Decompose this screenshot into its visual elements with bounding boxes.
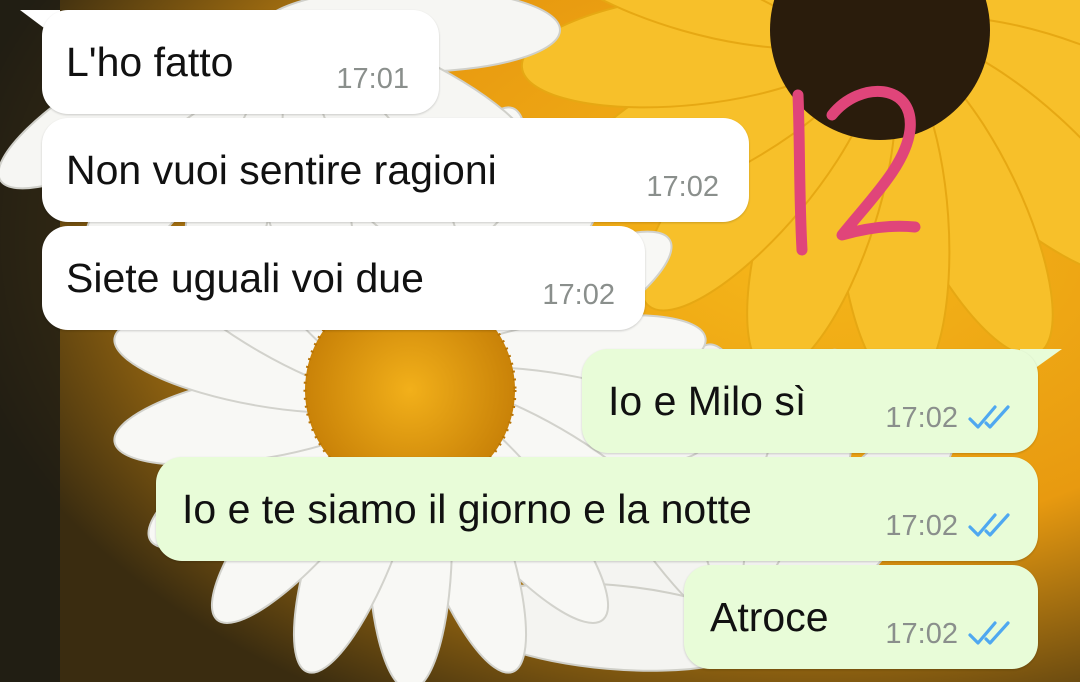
chat-view: L'ho fatto 17:01 Non vuoi sentire ragion… [0, 0, 1080, 682]
message-time: 17:02 [885, 402, 958, 434]
double-check-icon [968, 621, 1010, 645]
message-text: Atroce [710, 594, 829, 640]
message-text: Non vuoi sentire ragioni [66, 147, 497, 193]
message-text: Io e te siamo il giorno e la notte [182, 486, 752, 532]
message-bubble[interactable]: Io e te siamo il giorno e la notte 17:02 [156, 457, 1038, 561]
message-text: L'ho fatto [66, 39, 234, 85]
message-text: Io e Milo sì [608, 378, 807, 424]
message-bubble[interactable]: L'ho fatto 17:01 [42, 10, 439, 114]
message-time: 17:02 [885, 618, 958, 650]
handwritten-number-annotation: 12 [792, 85, 921, 256]
message-time: 17:02 [885, 510, 958, 542]
message-text: Siete uguali voi due [66, 255, 424, 301]
message-bubble[interactable]: Atroce 17:02 [684, 565, 1038, 669]
message-bubble[interactable]: Io e Milo sì 17:02 [582, 349, 1038, 453]
message-time: 17:02 [646, 171, 719, 203]
message-bubble[interactable]: Siete uguali voi due 17:02 [42, 226, 645, 330]
double-check-icon [968, 513, 1010, 537]
double-check-icon [968, 405, 1010, 429]
message-bubble[interactable]: Non vuoi sentire ragioni 17:02 [42, 118, 749, 222]
message-time: 17:02 [542, 279, 615, 311]
message-time: 17:01 [336, 63, 409, 95]
